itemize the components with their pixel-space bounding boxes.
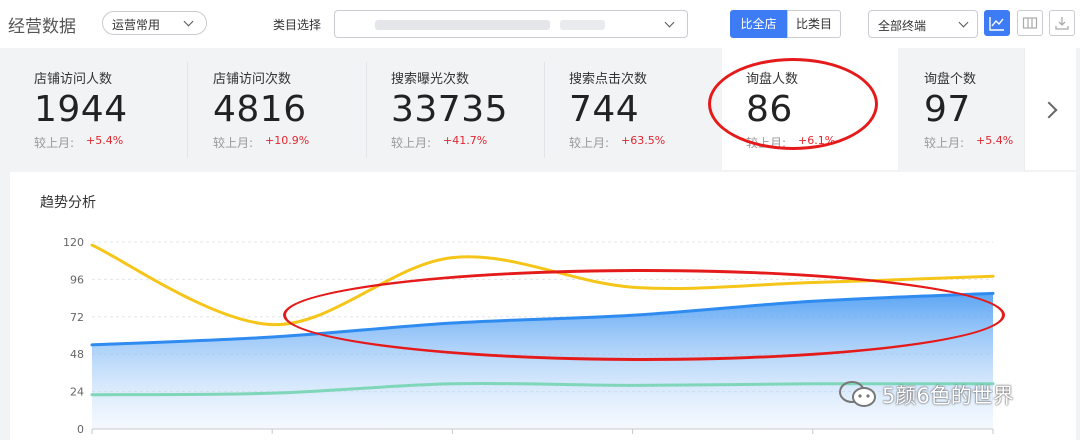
watermark: 5颜6色的世界 (838, 378, 1053, 410)
annotation-circle (708, 58, 878, 150)
watermark-text: 5颜6色的世界 (882, 384, 1014, 408)
y-tick-label: 48 (70, 348, 84, 361)
wechat-icon (839, 381, 876, 407)
y-tick-label: 120 (63, 236, 84, 249)
y-tick-label: 96 (70, 273, 84, 286)
y-tick-label: 0 (77, 423, 84, 436)
y-tick-label: 24 (70, 386, 84, 399)
y-tick-label: 72 (70, 311, 84, 324)
trend-chart: 0 24 48 72 96 120 (63, 236, 995, 436)
annotation-circle (283, 269, 1005, 361)
